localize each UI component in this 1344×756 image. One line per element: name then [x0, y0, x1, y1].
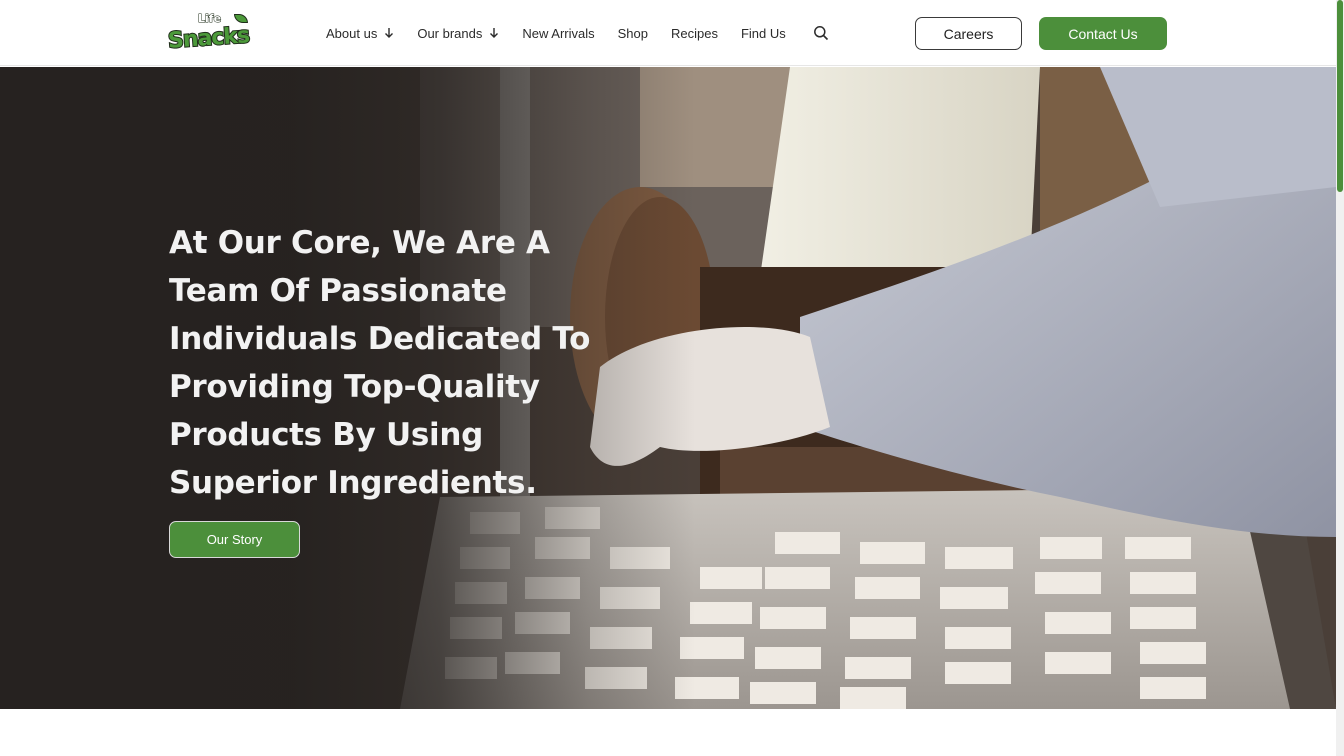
- nav-item-our-brands[interactable]: Our brands: [417, 26, 499, 41]
- brand-logo[interactable]: Life Snacks: [166, 12, 256, 55]
- scrollbar-thumb[interactable]: [1337, 0, 1343, 192]
- nav-item-recipes[interactable]: Recipes: [671, 26, 718, 41]
- nav-item-label: Find Us: [740, 25, 786, 41]
- hero-section: At Our Core, We Are A Team Of Passionate…: [0, 67, 1336, 709]
- nav-item-label: New Arrivals: [522, 25, 595, 41]
- careers-button[interactable]: Careers: [915, 17, 1022, 50]
- our-story-button[interactable]: Our Story: [169, 521, 300, 558]
- page-scrollbar[interactable]: [1336, 0, 1344, 756]
- logo-wordmark: Snacks: [166, 22, 251, 55]
- main-nav: About us Our brands New Arrivals Shop Re…: [326, 23, 829, 43]
- careers-button-label: Careers: [943, 25, 994, 42]
- nav-item-find-us[interactable]: Find Us: [741, 26, 786, 41]
- search-icon[interactable]: [813, 25, 829, 41]
- logo-top-text: Life: [197, 12, 222, 26]
- leaf-icon: [234, 14, 248, 23]
- hero-title: At Our Core, We Are A Team Of Passionate…: [169, 225, 591, 501]
- nav-item-label: About us: [326, 25, 378, 41]
- nav-item-about-us[interactable]: About us: [326, 26, 394, 41]
- contact-us-button-label: Contact Us: [1068, 25, 1138, 42]
- nav-item-label: Our brands: [417, 25, 483, 41]
- site-header: Life Snacks About us Our brands New Arri…: [0, 0, 1336, 66]
- contact-us-button[interactable]: Contact Us: [1039, 17, 1167, 50]
- nav-item-new-arrivals[interactable]: New Arrivals: [522, 26, 594, 41]
- arrow-down-icon: [385, 28, 394, 38]
- nav-item-label: Shop: [617, 25, 648, 41]
- our-story-button-label: Our Story: [206, 532, 263, 547]
- nav-item-label: Recipes: [671, 25, 718, 41]
- nav-item-shop[interactable]: Shop: [618, 26, 648, 41]
- arrow-down-icon: [490, 28, 499, 38]
